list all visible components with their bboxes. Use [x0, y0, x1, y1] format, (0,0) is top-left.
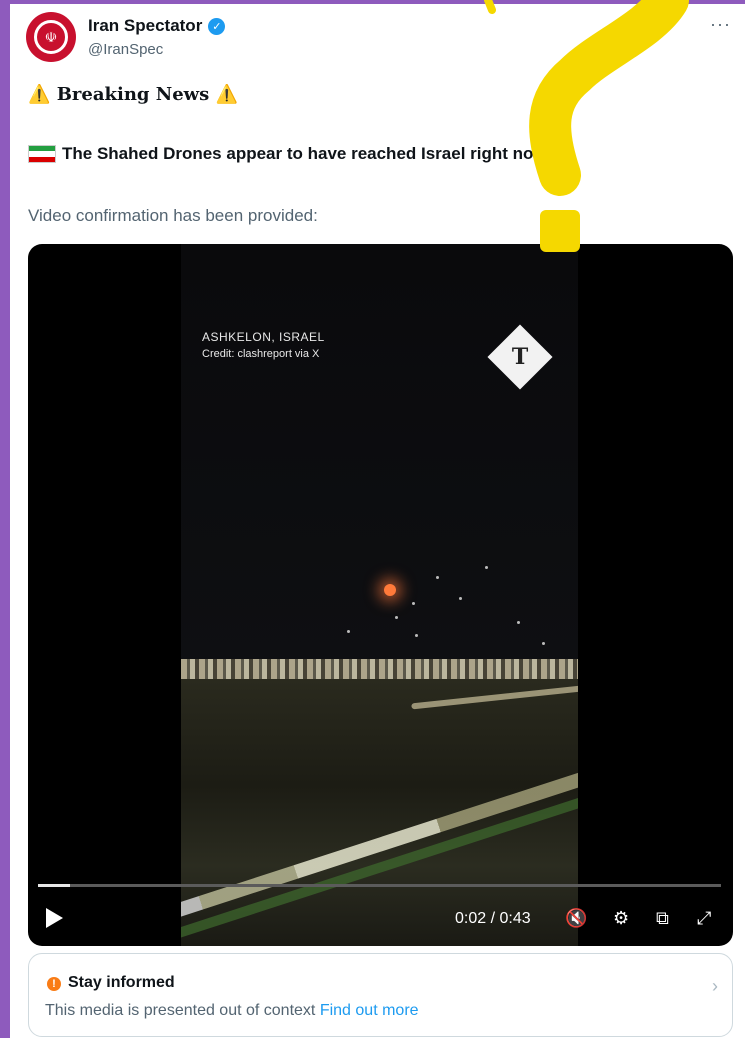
notice-body: This media is presented out of context F…: [45, 1002, 419, 1020]
emblem-icon: ☫: [34, 20, 68, 54]
author-handle[interactable]: @IranSpec: [88, 41, 163, 58]
drone-light: [412, 602, 415, 605]
tweet-line-breaking: ⚠️ Breaking News ⚠️: [28, 84, 238, 105]
drone-light: [395, 616, 398, 619]
gear-icon[interactable]: ⚙: [613, 908, 629, 929]
mute-icon[interactable]: 🔇: [565, 908, 587, 929]
author-name[interactable]: Iran Spectator: [88, 16, 202, 36]
video-credit-caption: Credit: clashreport via X: [202, 348, 320, 360]
notice-title: Stay informed: [68, 974, 175, 991]
context-notice[interactable]: ! Stay informed This media is presented …: [28, 953, 733, 1037]
video-location-caption: ASHKELON, ISRAEL: [202, 330, 325, 344]
night-ground: [181, 679, 578, 946]
telegraph-logo: T: [511, 344, 529, 370]
video-time: 0:02 / 0:43: [455, 910, 531, 927]
iran-flag-icon: [28, 145, 56, 163]
notice-body-text: This media is presented out of context: [45, 1002, 316, 1019]
video-frame[interactable]: ASHKELON, ISRAEL Credit: clashreport via…: [181, 244, 578, 946]
drone-light: [517, 621, 520, 624]
warning-icon: ⚠️: [28, 84, 51, 105]
drone-light: [485, 566, 488, 569]
fullscreen-icon[interactable]: ⤢: [697, 908, 711, 929]
info-icon: !: [47, 977, 61, 991]
video-progress-bar[interactable]: [38, 884, 721, 887]
drone-light: [415, 634, 418, 637]
drone-light: [384, 584, 396, 596]
video-progress-fill: [38, 884, 71, 887]
drone-light: [436, 576, 439, 579]
drone-light: [459, 597, 462, 600]
video-player[interactable]: ASHKELON, ISRAEL Credit: clashreport via…: [28, 244, 733, 946]
drone-light: [542, 642, 545, 645]
drone-light: [347, 630, 350, 633]
city-skyline: [181, 659, 578, 679]
find-out-more-link[interactable]: Find out more: [320, 1002, 419, 1019]
tweet-line-confirmation: Video confirmation has been provided:: [28, 206, 318, 225]
play-icon[interactable]: [46, 908, 63, 928]
author-name-row[interactable]: Iran Spectator ✓: [88, 16, 226, 36]
tweet-card: ☫ Iran Spectator ✓ @IranSpec ··· ⚠️ Brea…: [10, 4, 745, 1038]
avatar[interactable]: ☫: [26, 12, 76, 62]
verified-badge-icon: ✓: [208, 17, 226, 35]
more-icon[interactable]: ···: [710, 14, 731, 35]
breaking-news-text: Breaking News: [56, 84, 210, 105]
tweet-line-headline: The Shahed Drones appear to have reached…: [28, 144, 547, 164]
chevron-right-icon[interactable]: ›: [712, 976, 718, 997]
headline-text: The Shahed Drones appear to have reached…: [62, 144, 547, 163]
picture-in-picture-icon[interactable]: ⧉: [656, 908, 669, 929]
warning-icon: ⚠️: [215, 84, 239, 105]
